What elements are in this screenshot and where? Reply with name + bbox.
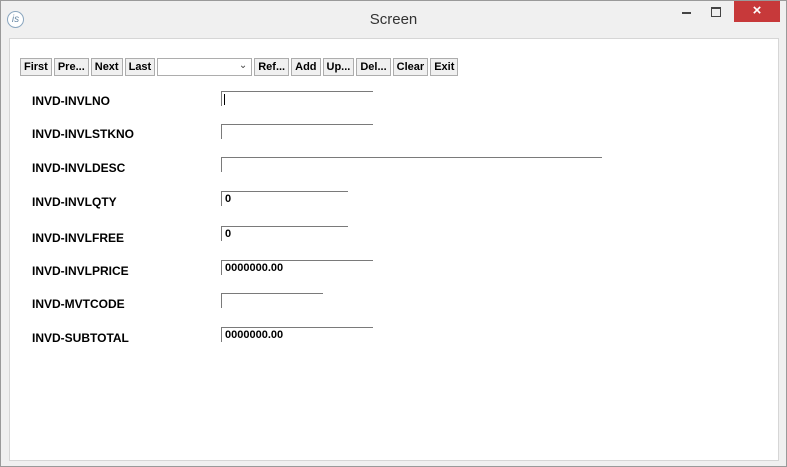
add-button[interactable]: Add [291,58,321,76]
chevron-down-icon[interactable]: ⌄ [239,60,247,71]
invlstkno-label: INVD-INVLSTKNO [32,127,134,141]
invlfree-field[interactable]: 0 [221,226,348,241]
minimize-icon [681,12,691,14]
previous-button[interactable]: Pre... [53,58,89,76]
clear-button[interactable]: Clear [392,58,429,76]
mvtcode-label: INVD-MVTCODE [32,297,125,311]
subtotal-field[interactable]: 0000000.00 [221,327,373,342]
delete-button[interactable]: Del... [356,58,391,76]
close-button[interactable]: × [734,1,780,22]
invlno-label: INVD-INVLNO [32,94,110,108]
minimize-button[interactable] [673,1,699,22]
window-title: Screen [369,11,418,28]
subtotal-label: INVD-SUBTOTAL [32,331,129,345]
update-button[interactable]: Up... [322,58,355,76]
invlqty-field[interactable]: 0 [221,191,348,206]
invldesc-label: INVD-INVLDESC [32,161,126,175]
next-button[interactable]: Next [90,58,123,76]
invlno-field[interactable] [221,91,373,106]
text-caret [224,94,225,105]
record-toolbar: First Pre... Next Last ⌄ Ref... Add Up..… [20,58,460,76]
form-client-area [9,38,779,461]
first-button[interactable]: First [20,58,52,76]
invlprice-field[interactable]: 0000000.00 [221,260,373,275]
invlstkno-field[interactable] [221,124,373,139]
title-bar[interactable]: is Screen × [1,1,786,38]
invlqty-label: INVD-INVLQTY [32,195,117,209]
app-window: is Screen × First Pre... Next Last ⌄ Ref… [0,0,787,467]
maximize-icon [711,7,721,17]
refresh-button[interactable]: Ref... [254,58,290,76]
maximize-button[interactable] [703,1,729,22]
invlfree-label: INVD-INVLFREE [32,231,125,245]
record-select[interactable]: ⌄ [157,58,253,76]
exit-button[interactable]: Exit [430,58,459,76]
invlprice-label: INVD-INVLPRICE [32,264,129,278]
invldesc-field[interactable] [221,157,602,172]
mvtcode-field[interactable] [221,293,323,308]
last-button[interactable]: Last [124,58,156,76]
